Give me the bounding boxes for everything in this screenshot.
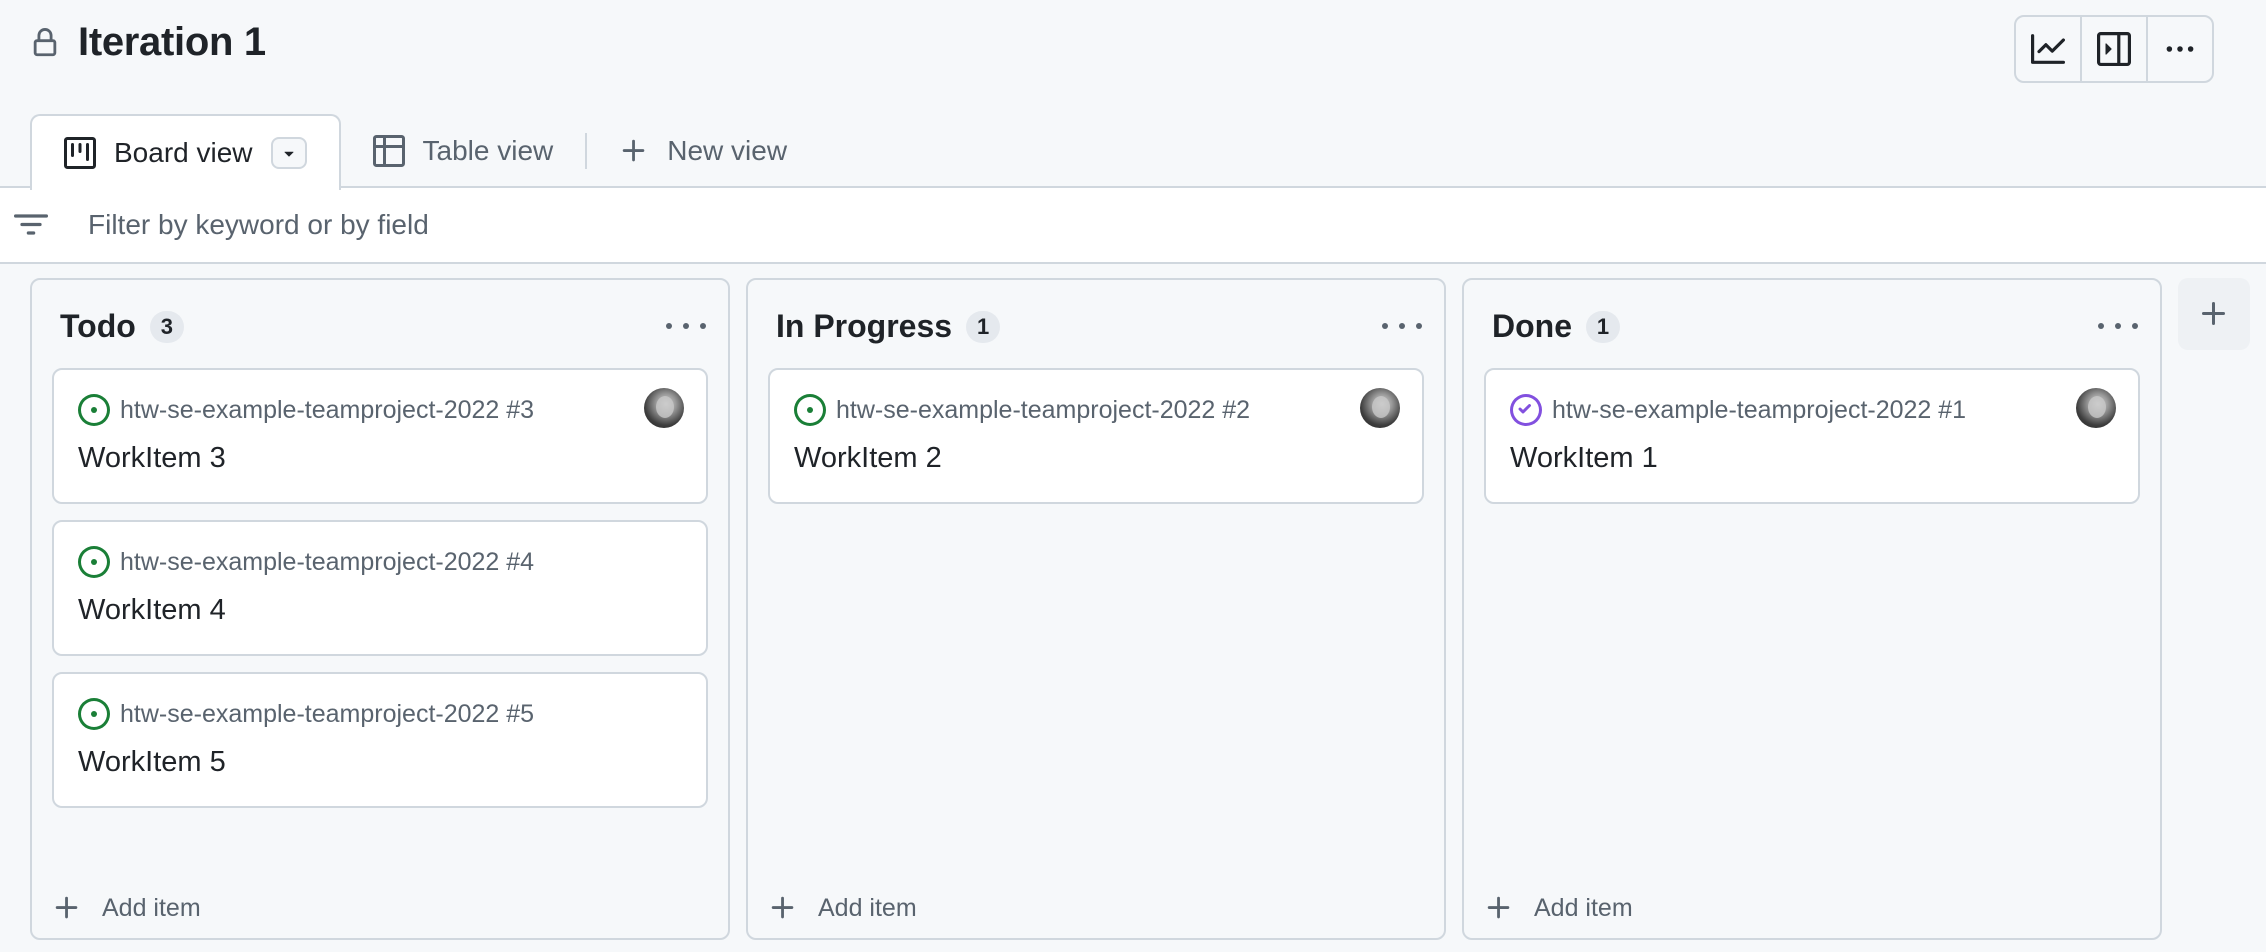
column-title: Done xyxy=(1492,308,1572,344)
item-card[interactable]: htw-se-example-teamproject-2022 #3 WorkI… xyxy=(52,368,708,504)
column-title: Todo xyxy=(60,308,136,344)
add-item-label: Add item xyxy=(102,893,201,922)
column-menu-button[interactable] xyxy=(2098,316,2138,336)
item-card[interactable]: htw-se-example-teamproject-2022 #4 WorkI… xyxy=(52,520,708,656)
add-item-label: Add item xyxy=(818,893,917,922)
title-row: Iteration 1 xyxy=(30,20,266,65)
add-item-button[interactable]: Add item xyxy=(758,888,927,928)
add-item-button[interactable]: Add item xyxy=(1474,888,1643,928)
item-reference: htw-se-example-teamproject-2022 #2 xyxy=(794,394,1250,426)
plus-icon xyxy=(1487,896,1510,919)
item-card[interactable]: htw-se-example-teamproject-2022 #2 WorkI… xyxy=(768,368,1424,504)
item-card[interactable]: htw-se-example-teamproject-2022 #5 WorkI… xyxy=(52,672,708,808)
item-reference: htw-se-example-teamproject-2022 #4 xyxy=(78,546,534,578)
item-reference: htw-se-example-teamproject-2022 #1 xyxy=(1510,394,1966,426)
plus-icon xyxy=(2202,302,2225,325)
issue-opened-icon xyxy=(794,394,826,426)
item-title[interactable]: WorkItem 3 xyxy=(78,442,226,475)
item-title[interactable]: WorkItem 2 xyxy=(794,442,942,475)
tab-label: Table view xyxy=(422,135,554,166)
filter-input[interactable] xyxy=(88,209,1888,241)
item-title[interactable]: WorkItem 1 xyxy=(1510,442,1658,475)
column-menu-button[interactable] xyxy=(1382,316,1422,336)
view-tabs: Board view Table view New view xyxy=(30,114,819,190)
project-actions xyxy=(2014,15,2214,83)
graph-icon xyxy=(2031,34,2065,64)
item-reference: htw-se-example-teamproject-2022 #5 xyxy=(78,698,534,730)
board-column-in-progress: In Progress 1 htw-se-example-teamproject… xyxy=(746,278,1446,940)
column-menu-button[interactable] xyxy=(666,316,706,336)
item-title[interactable]: WorkItem 5 xyxy=(78,746,226,779)
column-count-badge: 1 xyxy=(1586,310,1620,343)
item-reference: htw-se-example-teamproject-2022 #3 xyxy=(78,394,534,426)
filter-icon[interactable] xyxy=(14,208,48,242)
issue-opened-icon xyxy=(78,394,110,426)
board-column-done: Done 1 htw-se-example-teamproject-2022 #… xyxy=(1462,278,2162,940)
tab-table-view[interactable]: Table view xyxy=(341,114,586,188)
tab-label: Board view xyxy=(114,137,253,168)
column-count-badge: 1 xyxy=(966,310,1001,343)
assignee-avatar[interactable] xyxy=(1360,388,1400,428)
issue-closed-icon xyxy=(1510,394,1542,426)
item-ref-text[interactable]: htw-se-example-teamproject-2022 #1 xyxy=(1552,396,1966,425)
table-icon xyxy=(372,135,405,167)
lock-icon xyxy=(33,27,57,56)
insights-button[interactable] xyxy=(2016,17,2082,81)
item-title[interactable]: WorkItem 4 xyxy=(78,594,226,627)
column-title: In Progress xyxy=(776,308,953,344)
project-header: Iteration 1 Board view Table view New vi… xyxy=(0,0,2266,190)
column-header: Done 1 xyxy=(1492,308,1620,345)
kebab-horizontal-icon xyxy=(2166,46,2194,52)
page-title: Iteration 1 xyxy=(78,20,266,64)
board-column-todo: Todo 3 htw-se-example-teamproject-2022 #… xyxy=(30,278,730,940)
more-options-button[interactable] xyxy=(2148,17,2212,81)
plus-icon xyxy=(623,139,645,162)
add-item-label: Add item xyxy=(1534,893,1633,922)
add-column-button[interactable] xyxy=(2178,278,2250,350)
plus-icon xyxy=(771,896,794,919)
add-item-button[interactable]: Add item xyxy=(42,888,211,928)
issue-opened-icon xyxy=(78,546,110,578)
side-panel-button[interactable] xyxy=(2082,17,2148,81)
assignee-avatar[interactable] xyxy=(2076,388,2116,428)
item-ref-text[interactable]: htw-se-example-teamproject-2022 #2 xyxy=(836,396,1250,425)
column-header: In Progress 1 xyxy=(776,308,1001,345)
sidebar-collapse-icon xyxy=(2097,32,2131,66)
new-view-button[interactable]: New view xyxy=(587,114,819,188)
item-card[interactable]: htw-se-example-teamproject-2022 #1 WorkI… xyxy=(1484,368,2140,504)
item-ref-text[interactable]: htw-se-example-teamproject-2022 #3 xyxy=(120,396,534,425)
filter-bar xyxy=(0,186,2266,264)
plus-icon xyxy=(55,896,78,919)
column-count-badge: 3 xyxy=(149,310,184,343)
tab-label: New view xyxy=(667,135,788,166)
tab-board-view[interactable]: Board view xyxy=(30,114,341,190)
assignee-avatar[interactable] xyxy=(644,388,684,428)
column-header: Todo 3 xyxy=(60,308,184,345)
view-options-dropdown[interactable] xyxy=(270,137,307,169)
triangle-down-icon xyxy=(283,151,294,157)
item-ref-text[interactable]: htw-se-example-teamproject-2022 #4 xyxy=(120,548,534,577)
item-ref-text[interactable]: htw-se-example-teamproject-2022 #5 xyxy=(120,700,534,729)
issue-opened-icon xyxy=(78,698,110,730)
project-board-icon xyxy=(64,137,96,169)
